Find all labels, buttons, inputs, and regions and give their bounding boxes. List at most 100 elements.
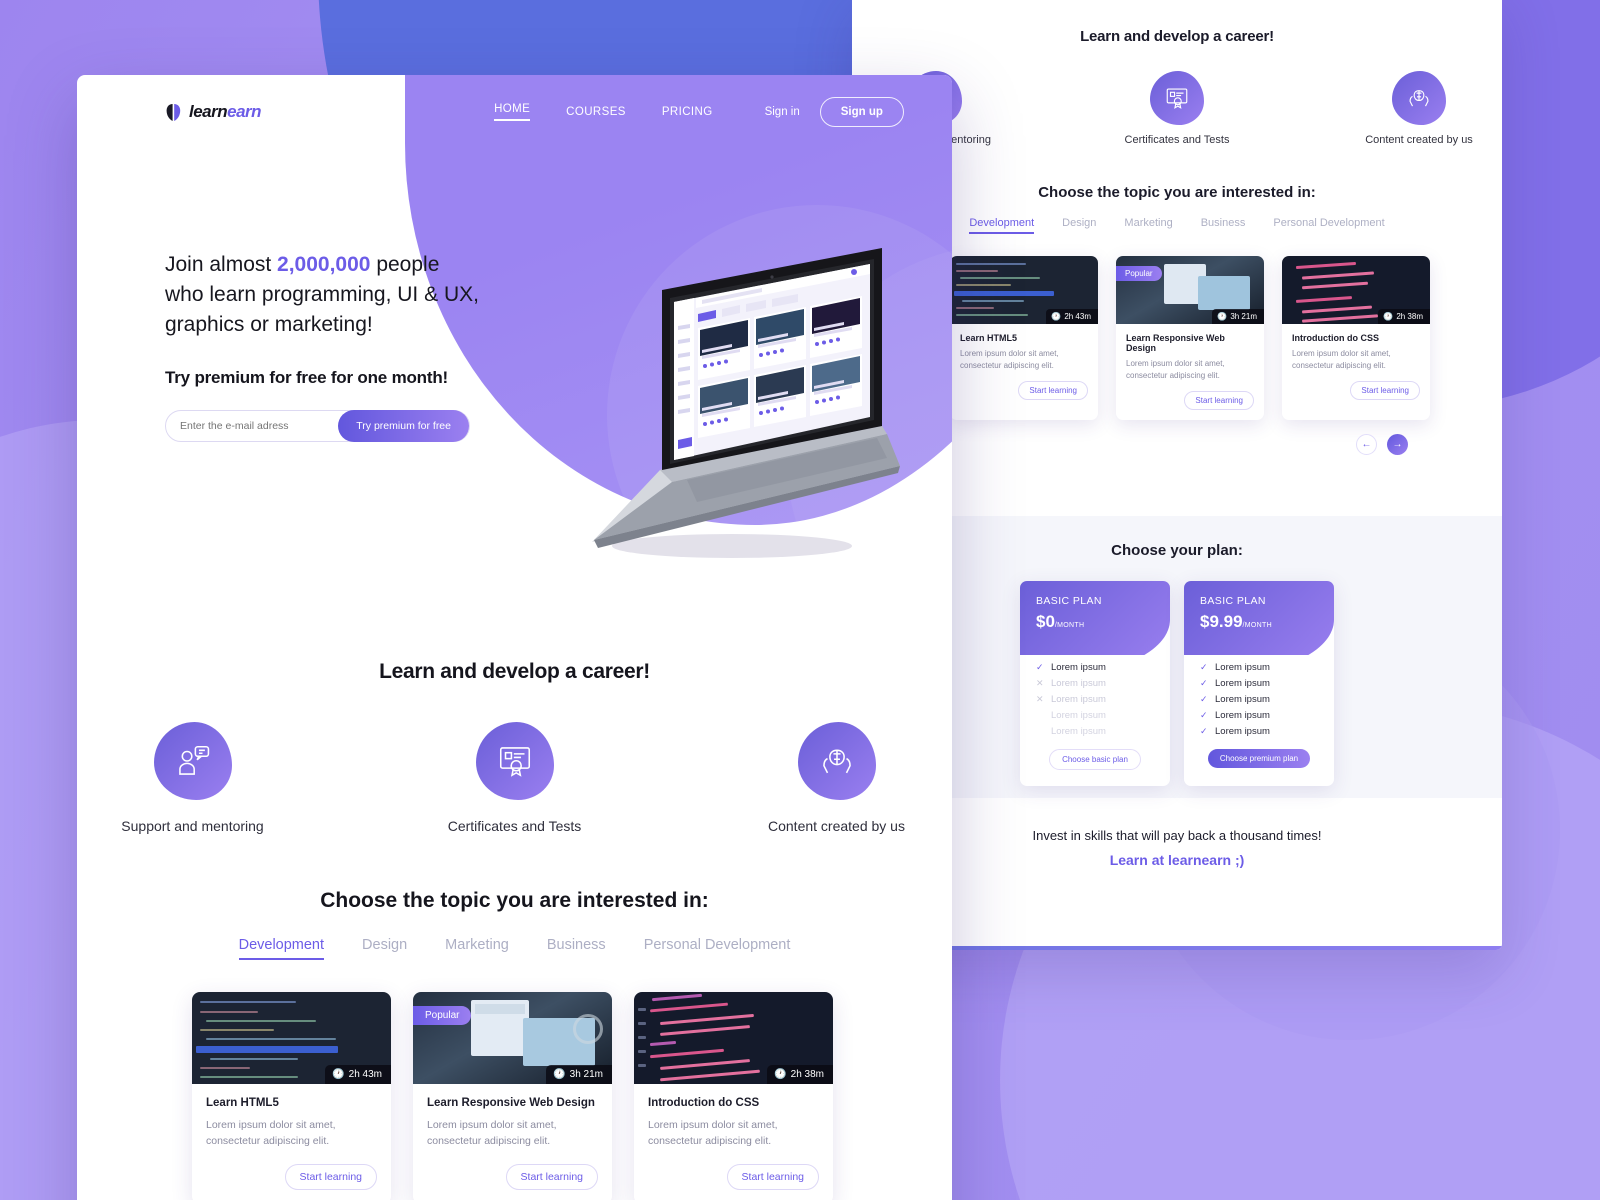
course-card[interactable]: 🕐 2h 38m Introduction do CSS Lorem ipsum… (1282, 256, 1430, 420)
nav-auth: Sign in Sign up (765, 97, 904, 127)
brain-hands-icon (797, 722, 876, 800)
tab-business[interactable]: Business (547, 937, 606, 960)
clock-icon: 🕐 (774, 1069, 787, 1080)
carousel-next-button[interactable]: → (1387, 434, 1408, 455)
course-description: Lorem ipsum dolor sit amet, consectetur … (960, 349, 1059, 370)
plan-features: ✓ Lorem ipsum ✕ Lorem ipsum ✕ Lorem ipsum L… (1020, 655, 1170, 737)
feature-item-certificates: Certificates and Tests (425, 722, 605, 834)
plan-feature-row: Lorem ipsum (1051, 710, 1106, 721)
tab-personal-development[interactable]: Personal Development (644, 937, 791, 960)
email-input[interactable] (166, 420, 339, 433)
start-learning-button[interactable]: Start learning (1184, 391, 1254, 410)
hero-content: Join almost 2,000,000 people who learn p… (165, 250, 595, 443)
course-badge: Popular (413, 1006, 472, 1025)
cross-icon: ✕ (1036, 694, 1044, 704)
course-card-list: 🕐 2h 43m Learn HTML5 Lorem ipsum dolor s… (192, 992, 952, 1200)
course-title: Introduction do CSS (648, 1097, 760, 1109)
course-duration: 🕐 2h 43m (325, 1065, 391, 1084)
start-learning-button[interactable]: Start learning (505, 1163, 598, 1190)
course-duration: 🕐 2h 38m (767, 1065, 833, 1084)
carousel-prev-button[interactable]: ← (1356, 434, 1377, 455)
feature-item-mentoring: Support and mentoring (103, 722, 283, 834)
start-learning-button[interactable]: Start learning (726, 1163, 819, 1190)
logo-text: learnearn (189, 102, 262, 122)
nav-link-courses[interactable]: COURSES (566, 106, 626, 118)
tab-design[interactable]: Design (362, 937, 407, 960)
course-thumbnail: Popular 🕐 3h 21m (413, 992, 612, 1084)
tab-marketing[interactable]: Marketing (445, 937, 509, 960)
hero-headline-line-2: who learn programming, UI & UX, (165, 282, 479, 306)
hero-headline-part-1: Join almost (165, 253, 278, 276)
signup-form: Try premium for free (165, 410, 470, 443)
plan-header: BASIC PLAN $9.99/MONTH (1184, 581, 1334, 655)
feature-label: Content created by us (768, 818, 905, 834)
plan-feature-row: ✓ Lorem ipsum (1200, 662, 1270, 673)
course-duration: 🕐 2h 43m (1046, 309, 1098, 324)
plan-feature-row: Lorem ipsum (1051, 726, 1106, 737)
course-thumbnail: Popular 🕐 3h 21m (1116, 256, 1264, 324)
plan-card-basic[interactable]: BASIC PLAN $0/MONTH ✓ Lorem ipsum ✕ Lorem … (1020, 581, 1170, 786)
tab-development[interactable]: Development (969, 217, 1035, 234)
course-description: Lorem ipsum dolor sit amet, consectetur … (1126, 359, 1225, 380)
course-thumbnail: 🕐 2h 43m (192, 992, 391, 1084)
tab-personal-development[interactable]: Personal Development (1273, 217, 1384, 234)
course-description: Lorem ipsum dolor sit amet, consectetur … (1292, 349, 1391, 370)
course-description: Lorem ipsum dolor sit amet, consectetur … (648, 1119, 778, 1148)
brain-logo-icon (166, 103, 181, 121)
plan-feature-row: ✓ Lorem ipsum (1200, 710, 1270, 721)
feature-label: Support and mentoring (121, 818, 264, 834)
nav-link-home[interactable]: HOME (494, 103, 531, 121)
course-card[interactable]: Popular 🕐 3h 21m Learn Responsive Web De… (413, 992, 612, 1200)
tab-design[interactable]: Design (1062, 217, 1096, 234)
plan-price: $9.99/MONTH (1200, 612, 1272, 631)
course-card-list-secondary: 🕐 2h 43m Learn HTML5 Lorem ipsum dolor s… (950, 256, 1502, 420)
nav-link-pricing[interactable]: PRICING (662, 106, 713, 118)
plan-feature-row: ✓ Lorem ipsum (1036, 662, 1106, 673)
start-learning-button[interactable]: Start learning (1350, 381, 1420, 400)
plan-header: BASIC PLAN $0/MONTH (1020, 581, 1170, 655)
tab-marketing[interactable]: Marketing (1124, 217, 1172, 234)
check-icon: ✓ (1200, 662, 1208, 672)
cross-icon: ✕ (1036, 678, 1044, 688)
course-duration: 🕐 3h 21m (1212, 309, 1264, 324)
hero-section: learnearn HOME COURSES PRICING Sign in S… (77, 75, 952, 595)
start-learning-button[interactable]: Start learning (1018, 381, 1088, 400)
main-page-panel: learnearn HOME COURSES PRICING Sign in S… (77, 75, 952, 1200)
hero-headline-part-2: people (370, 253, 440, 276)
clock-icon: 🕐 (332, 1069, 345, 1080)
certificate-icon (1150, 71, 1204, 125)
plan-feature-row: ✕ Lorem ipsum (1036, 694, 1106, 705)
feature-item-content: Content created by us (1344, 71, 1494, 146)
try-premium-button[interactable]: Try premium for free (338, 410, 469, 443)
clock-icon: 🕐 (1383, 312, 1394, 321)
sign-in-link[interactable]: Sign in (765, 106, 800, 118)
clock-icon: 🕐 (1217, 312, 1228, 321)
tab-development[interactable]: Development (238, 937, 325, 960)
features-title: Learn and develop a career! (379, 660, 650, 683)
start-learning-button[interactable]: Start learning (284, 1163, 377, 1190)
course-duration: 🕐 3h 21m (546, 1065, 612, 1084)
choose-premium-plan-button[interactable]: Choose premium plan (1207, 749, 1311, 768)
logo[interactable]: learnearn (165, 102, 262, 122)
course-duration: 🕐 2h 38m (1378, 309, 1430, 324)
course-card[interactable]: 🕐 2h 43m Learn HTML5 Lorem ipsum dolor s… (192, 992, 391, 1200)
plan-card-premium[interactable]: BASIC PLAN $9.99/MONTH ✓ Lorem ipsum ✓ Lor… (1184, 581, 1334, 786)
certificate-icon (475, 722, 554, 800)
course-card[interactable]: 🕐 2h 43m Learn HTML5 Lorem ipsum dolor s… (950, 256, 1098, 420)
features-title-secondary: Learn and develop a career! (1080, 28, 1274, 45)
course-description: Lorem ipsum dolor sit amet, consectetur … (427, 1119, 557, 1148)
plan-name: BASIC PLAN (1036, 595, 1102, 607)
sign-up-button[interactable]: Sign up (819, 97, 904, 127)
tab-business[interactable]: Business (1201, 217, 1246, 234)
topics-title: Choose the topic you are interested in: (320, 889, 709, 912)
course-title: Learn HTML5 (960, 333, 1018, 343)
check-icon: ✓ (1200, 694, 1208, 704)
hero-headline-line-3: graphics or marketing! (165, 312, 373, 336)
course-card[interactable]: Popular 🕐 3h 21m Learn Responsive Web De… (1116, 256, 1264, 420)
laptop-illustration (592, 248, 900, 558)
topic-tabs: Development Design Marketing Business Pe… (77, 937, 952, 960)
course-card[interactable]: 🕐 2h 38m Introduction do CSS Lorem ipsum… (634, 992, 833, 1200)
feature-item-content: Content created by us (747, 722, 927, 834)
course-description: Lorem ipsum dolor sit amet, consectetur … (206, 1119, 336, 1148)
choose-basic-plan-button[interactable]: Choose basic plan (1049, 749, 1141, 770)
